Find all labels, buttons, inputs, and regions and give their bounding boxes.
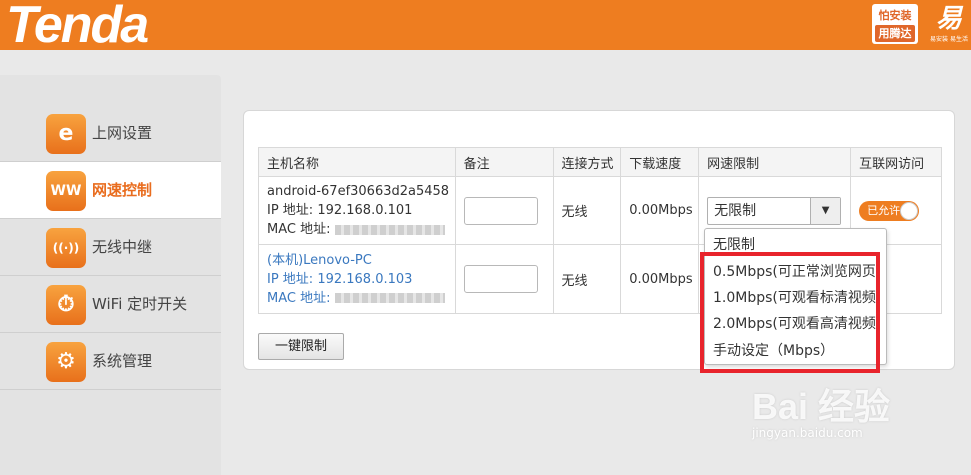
sidebar-item-label: 无线中继 [92,238,153,256]
table-header-row: 主机名称 备注 连接方式 下载速度 网速限制 互联网访问 [258,147,942,177]
badge-line2: 用腾达 [875,25,915,42]
speed-limit-value: 无限制 [714,202,757,219]
speed-limit-select[interactable]: 无限制 ▼ [707,196,842,225]
host-name: android-67ef30663d2a5458 [267,184,450,199]
speed-wave-icon: WW [46,171,86,211]
top-header: Tenda 怕安装 用腾达 易 易安装 易生活 [0,0,971,54]
column-header-internet-access: 互联网访问 [850,147,942,177]
column-header-download-speed: 下载速度 [620,147,700,177]
red-highlight-box [700,252,880,373]
baidu-watermark: Bai 经验 jingyan.baidu.com [752,378,891,440]
sidebar-item-system-management[interactable]: ⚙ 系统管理 [0,333,221,390]
speed-cell: 0.00Mbps [620,244,700,314]
easy-install-badge: 怕安装 用腾达 [872,4,918,44]
one-click-limit-button[interactable]: 一键限制 [258,333,344,360]
easy-logo-mark: 易 [935,4,962,34]
mac-redacted [334,293,445,303]
host-mac: MAC 地址: [267,220,455,239]
host-cell: android-67ef30663d2a5458 IP 地址: 192.168.… [258,176,456,245]
sidebar-item-wifi-timer[interactable]: ⏱ WiFi 定时开关 [0,276,221,333]
easy-logo-subtitle: 易安装 易生活 [930,36,968,43]
host-cell: (本机)Lenovo-PC IP 地址: 192.168.0.103 MAC 地… [258,244,456,314]
sidebar-item-speed-control[interactable]: WW 网速控制 [0,162,221,219]
gear-icon: ⚙ [46,342,86,382]
column-header-speed-limit: 网速限制 [698,147,852,177]
mac-label: MAC 地址: [267,222,331,237]
note-input[interactable] [463,265,538,293]
sidebar-item-wireless-repeater[interactable]: ((·)) 无线中继 [0,219,221,276]
toggle-knob [900,201,919,220]
host-name: (本机)Lenovo-PC [267,252,372,268]
connection-cell: 无线 [552,176,622,245]
sidebar-item-label: 上网设置 [92,124,153,142]
sidebar-item-label: 网速控制 [92,181,153,199]
mac-label: MAC 地址: [267,290,331,306]
tenda-logo: Tenda [6,0,149,54]
wireless-signal-icon: ((·)) [46,228,86,268]
badge-line1: 怕安装 [878,9,912,22]
watermark-url: jingyan.baidu.com [752,426,863,440]
column-header-connection: 连接方式 [552,147,622,177]
speed-cell: 0.00Mbps [620,176,700,245]
note-cell [454,176,554,245]
internet-access-toggle[interactable]: 已允许 [859,200,920,221]
sidebar-item-label: 系统管理 [92,352,153,370]
chevron-down-icon[interactable]: ▼ [810,197,841,224]
watermark-brand: Bai 经验 [752,386,891,427]
sidebar: e 上网设置 WW 网速控制 ((·)) 无线中继 ⏱ WiFi 定时开关 ⚙ … [0,75,221,475]
column-header-note: 备注 [454,147,554,177]
column-header-hostname: 主机名称 [258,147,456,177]
internet-e-icon: e [46,114,86,154]
toggle-label: 已允许 [867,203,901,217]
sidebar-item-label: WiFi 定时开关 [92,295,188,313]
host-ip: IP 地址: 192.168.0.101 [267,203,413,218]
note-input[interactable] [463,196,538,225]
timer-icon: ⏱ [46,285,86,325]
host-mac: MAC 地址: [267,289,455,308]
host-ip: IP 地址: 192.168.0.103 [267,271,413,287]
note-cell [454,244,554,314]
easy-logo: 易 易安装 易生活 [928,4,970,46]
mac-redacted [334,224,445,235]
connection-cell: 无线 [552,244,622,314]
sidebar-item-internet-settings[interactable]: e 上网设置 [0,105,221,162]
